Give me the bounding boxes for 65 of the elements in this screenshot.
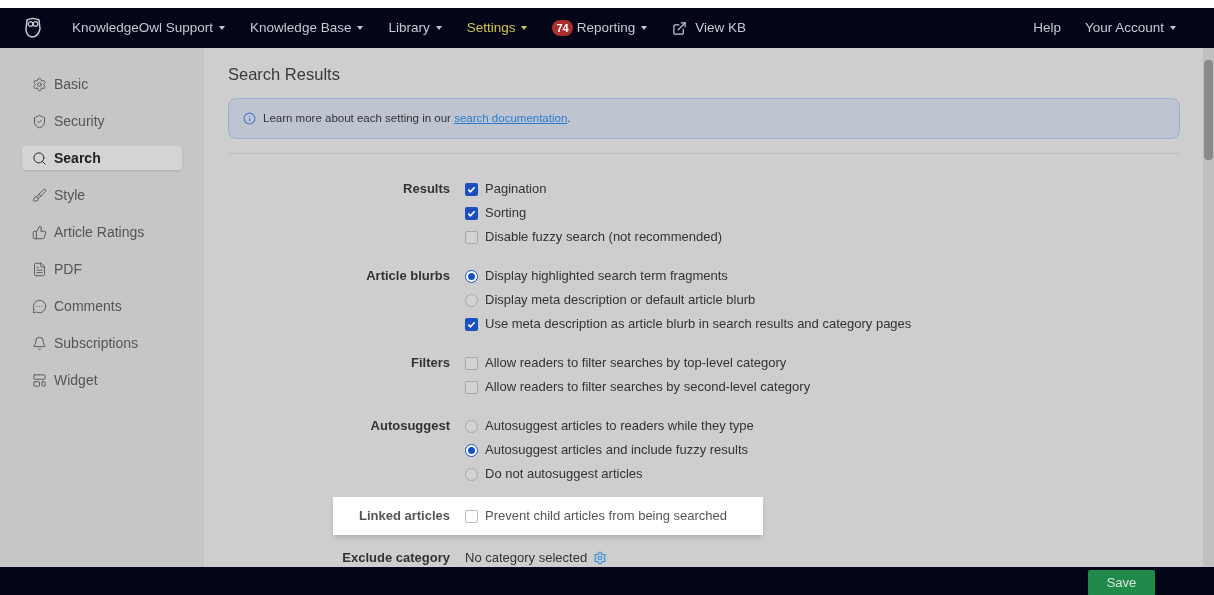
radio-button[interactable] xyxy=(465,467,478,481)
checkbox[interactable] xyxy=(465,380,478,394)
nav-menu-item[interactable]: KnowledgeOwl Support xyxy=(72,17,226,39)
nav-menu-item[interactable]: Your Account xyxy=(1084,17,1176,39)
option-label: Do not autosuggest articles xyxy=(485,465,643,483)
notice-text: Learn more about each setting in our search documentation. xyxy=(263,110,571,126)
setting-label: Article blurbs xyxy=(365,267,451,285)
nav-menu-item[interactable]: Help xyxy=(1033,17,1061,39)
external-link-icon xyxy=(672,20,688,36)
widget-icon xyxy=(32,372,47,388)
radio-button[interactable] xyxy=(465,293,478,307)
gear-icon xyxy=(32,76,47,92)
option-label: Autosuggest articles and include fuzzy results xyxy=(485,441,749,459)
page-title: Search Results xyxy=(228,64,341,84)
brush-icon xyxy=(32,187,47,203)
setting-value: No category selected xyxy=(465,549,588,567)
option-label: Disable fuzzy search (not recommended) xyxy=(485,228,722,246)
nav-menu-item[interactable]: Knowledge Base xyxy=(250,17,364,39)
radio-button[interactable] xyxy=(465,443,478,457)
option-label: Sorting xyxy=(485,204,527,222)
count-badge: 74 xyxy=(552,20,573,36)
chat-bubble-icon xyxy=(32,298,47,314)
sidebar-item[interactable]: Style xyxy=(22,183,182,207)
search-icon xyxy=(32,150,47,166)
option-label: Use meta description as article blurb in search results and category pages xyxy=(485,315,912,333)
thumbs-up-icon xyxy=(32,224,47,240)
setting-label: Results xyxy=(402,180,451,198)
sidebar-item[interactable]: Security xyxy=(22,109,182,133)
option-label: Display highlighted search term fragments xyxy=(485,267,728,285)
option-label: Display meta description or default article blurb xyxy=(485,291,756,309)
option-label: Allow readers to filter searches by top-level category xyxy=(485,354,787,372)
option-label: Pagination xyxy=(485,180,547,198)
checkbox[interactable] xyxy=(465,356,478,370)
scrollbar[interactable] xyxy=(1203,48,1214,567)
shield-check-icon xyxy=(32,113,47,129)
setting-label: Exclude category xyxy=(341,549,451,567)
sidebar-item[interactable]: Article Ratings xyxy=(22,220,182,244)
option-label: Autosuggest articles to readers while they type xyxy=(485,417,754,435)
sidebar-item[interactable]: PDF xyxy=(22,257,182,281)
checkbox[interactable] xyxy=(465,317,478,331)
sidebar-item[interactable]: Subscriptions xyxy=(22,331,182,355)
radio-button[interactable] xyxy=(465,419,478,433)
settings-icon[interactable] xyxy=(593,551,608,565)
sidebar-item[interactable]: Search xyxy=(22,146,182,170)
sidebar-item[interactable]: Basic xyxy=(22,72,182,96)
checkbox[interactable] xyxy=(465,182,478,196)
sidebar-item[interactable]: Comments xyxy=(22,294,182,318)
owl-logo-icon[interactable] xyxy=(24,17,42,39)
nav-menu-item[interactable]: View KB xyxy=(672,17,747,39)
option-label: Prevent child articles from being searched xyxy=(485,507,728,525)
info-icon xyxy=(243,112,256,125)
nav-menu-item[interactable]: 74 Reporting xyxy=(552,17,648,39)
checkbox[interactable] xyxy=(465,509,478,523)
checkbox[interactable] xyxy=(465,230,478,244)
sidebar-item[interactable]: Widget xyxy=(22,368,182,392)
radio-button[interactable] xyxy=(465,269,478,283)
setting-label: Filters xyxy=(410,354,451,372)
nav-menu-item[interactable]: Settings xyxy=(466,17,528,39)
setting-label: Linked articles xyxy=(357,507,451,525)
save-button[interactable]: Save xyxy=(1088,570,1155,595)
checkbox[interactable] xyxy=(465,206,478,220)
option-label: Allow readers to filter searches by second-level category xyxy=(485,378,811,396)
bell-icon xyxy=(32,335,47,351)
nav-menu-item[interactable]: Library xyxy=(388,17,442,39)
setting-label: Autosuggest xyxy=(369,417,451,435)
